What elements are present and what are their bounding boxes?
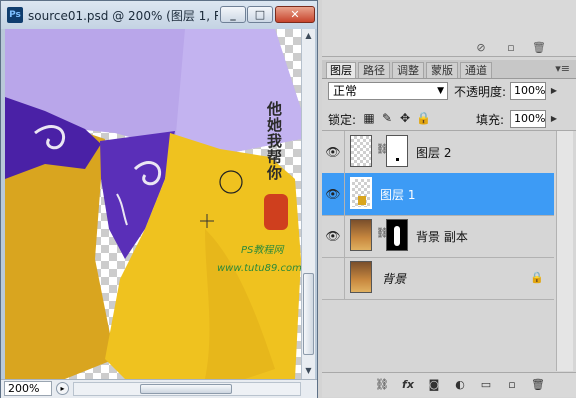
upper-panel-area: ⊘ ▫ 🗑	[322, 0, 576, 57]
fx-icon[interactable]: fx	[400, 378, 416, 392]
watermark-line1: PS教程网	[241, 245, 284, 256]
fill-slider-icon[interactable]: ▶	[548, 110, 560, 128]
mask-icon[interactable]: ◙	[426, 378, 442, 392]
layer-thumbnail[interactable]	[350, 177, 372, 209]
lock-transparent-icon[interactable]: ▦	[362, 111, 376, 125]
layer-name[interactable]: 背景 副本	[416, 228, 468, 245]
layer-name[interactable]: 背景	[382, 270, 406, 287]
layers-bottom-toolbar: ⛓ fx ◙ ◐ ▭ ▫ 🗑	[322, 372, 576, 397]
layer-thumbnail[interactable]	[350, 135, 372, 167]
new-layer-icon[interactable]: ▫	[504, 378, 520, 392]
group-icon[interactable]: ▭	[478, 378, 494, 392]
title-bar[interactable]: Ps source01.psd @ 200% (图层 1, R... _ □ ✕	[1, 1, 317, 29]
vertical-scroll-thumb[interactable]	[303, 273, 314, 355]
layer-row-layer2[interactable]: 👁 ⛓ 图层 2	[322, 131, 554, 174]
lock-row: 锁定: ▦ ✎ ✥ 🔒 填充: 100% ▶	[322, 108, 576, 131]
watermark-line2: www.tutu89.com	[217, 263, 301, 274]
scroll-up-icon[interactable]: ▲	[302, 29, 315, 43]
eye-icon[interactable]: 👁	[322, 215, 345, 257]
tab-paths[interactable]: 路径	[358, 62, 390, 78]
panel-menu-icon[interactable]: ▾≡	[555, 62, 570, 75]
fill-label: 填充:	[476, 113, 505, 127]
no-icon[interactable]: ⊘	[474, 42, 488, 54]
document-canvas[interactable]: 他她我帮你 PS教程网 www.tutu89.com	[5, 29, 301, 379]
lock-all-icon[interactable]: 🔒	[416, 111, 431, 125]
layer-name[interactable]: 图层 1	[380, 186, 415, 203]
layer-row-background[interactable]: 背景 🔒	[322, 257, 554, 300]
tab-channels[interactable]: 通道	[460, 62, 492, 78]
opacity-slider-icon[interactable]: ▶	[548, 82, 560, 100]
fill-field[interactable]: 100%	[510, 110, 546, 128]
layers-panel-dock: ⊘ ▫ 🗑 图层 路径 调整 蒙版 通道 ▾≡ 正常 ▼ 不透明度: 100% …	[322, 0, 576, 398]
opacity-field[interactable]: 100%	[510, 82, 546, 100]
adjustment-icon[interactable]: ◐	[452, 378, 468, 392]
photoshop-logo-icon: Ps	[7, 7, 23, 23]
close-button[interactable]: ✕	[275, 6, 315, 23]
vertical-scrollbar[interactable]: ▲ ▼	[301, 29, 315, 379]
document-title: source01.psd @ 200% (图层 1, R...	[28, 9, 218, 23]
blend-mode-select[interactable]: 正常 ▼	[328, 82, 448, 100]
visibility-toggle[interactable]	[322, 257, 345, 299]
layer-mask-thumbnail[interactable]	[386, 135, 408, 167]
trash-icon[interactable]: 🗑	[532, 42, 546, 54]
layer-thumbnail[interactable]	[350, 261, 372, 293]
chevron-down-icon: ▼	[437, 86, 444, 96]
layers-list: 👁 ⛓ 图层 2 👁 图层 1 👁 ⛓ 背景 副本 背景 🔒	[322, 131, 576, 371]
mask-shape	[394, 226, 400, 246]
layer-row-background-copy[interactable]: 👁 ⛓ 背景 副本	[322, 215, 554, 258]
layers-scrollbar[interactable]	[556, 131, 573, 371]
panel-tabs: 图层 路径 调整 蒙版 通道 ▾≡	[322, 60, 576, 79]
canvas-image	[5, 29, 301, 379]
document-window: Ps source01.psd @ 200% (图层 1, R... _ □ ✕	[0, 0, 318, 398]
lock-label: 锁定:	[328, 113, 357, 127]
lock-move-icon[interactable]: ✥	[398, 111, 412, 125]
eye-icon[interactable]: 👁	[322, 131, 345, 173]
layer-mask-thumbnail[interactable]	[386, 219, 408, 251]
zoom-level-field[interactable]: 200%	[4, 381, 52, 396]
tab-masks[interactable]: 蒙版	[426, 62, 458, 78]
horizontal-scrollbar[interactable]	[73, 382, 301, 396]
layer-row-layer1[interactable]: 👁 图层 1	[322, 173, 554, 216]
watermark-vertical: 他她我帮你	[267, 100, 283, 182]
layer-name[interactable]: 图层 2	[416, 144, 451, 161]
blend-row: 正常 ▼ 不透明度: 100% ▶	[322, 80, 576, 104]
status-bar: 200% ▸	[1, 379, 317, 398]
lock-icon: 🔒	[530, 271, 544, 284]
layer-thumbnail[interactable]	[350, 219, 372, 251]
horizontal-scroll-thumb[interactable]	[140, 384, 232, 394]
mask-dot	[396, 158, 399, 161]
blend-mode-value: 正常	[333, 84, 358, 98]
scroll-down-icon[interactable]: ▼	[302, 364, 315, 378]
trash-icon[interactable]: 🗑	[530, 378, 546, 392]
status-info-icon[interactable]: ▸	[56, 382, 69, 395]
link-icon[interactable]: ⛓	[376, 228, 389, 239]
opacity-label: 不透明度:	[454, 85, 507, 99]
maximize-button[interactable]: □	[247, 6, 273, 23]
tab-adjustments[interactable]: 调整	[392, 62, 424, 78]
tab-layers[interactable]: 图层	[326, 62, 356, 78]
eye-icon[interactable]: 👁	[322, 173, 345, 215]
new-item-icon[interactable]: ▫	[504, 42, 518, 54]
lock-brush-icon[interactable]: ✎	[380, 111, 394, 125]
thumbnail-content	[358, 196, 366, 205]
link-icon[interactable]: ⛓	[376, 144, 389, 155]
link-icon[interactable]: ⛓	[374, 378, 390, 392]
minimize-button[interactable]: _	[220, 6, 246, 23]
